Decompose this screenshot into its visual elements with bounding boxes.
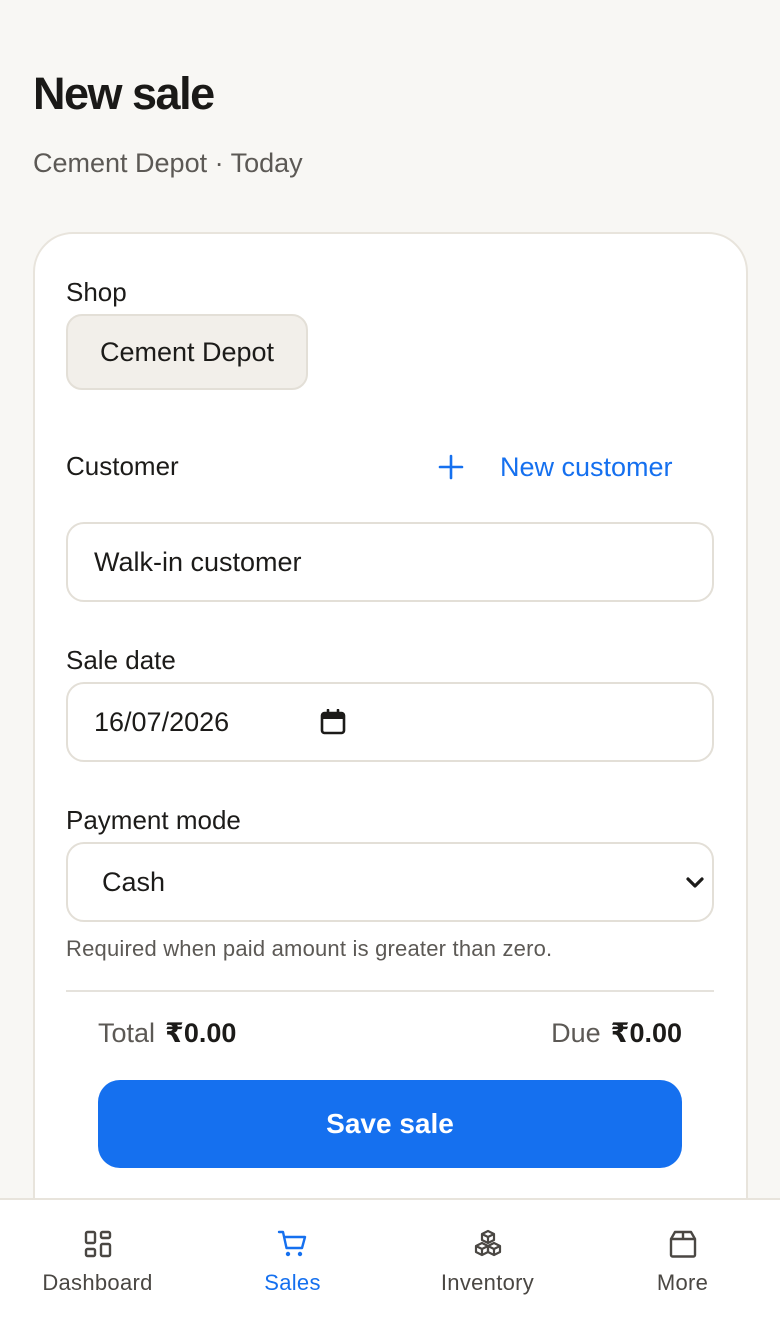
nav-item-inventory[interactable]: Inventory	[390, 1200, 585, 1328]
page-subtitle: Cement Depot · Today	[33, 148, 303, 178]
divider	[66, 990, 714, 992]
nav-label-dashboard: Dashboard	[42, 1270, 153, 1295]
cart-icon	[277, 1230, 306, 1257]
nav-item-sales[interactable]: Sales	[195, 1200, 390, 1328]
page-title: New sale	[33, 68, 215, 119]
due-value: ₹0.00	[610, 1018, 682, 1048]
nav-item-more[interactable]: More	[585, 1200, 780, 1328]
archive-box-icon	[669, 1230, 696, 1258]
sale-date-input[interactable]: 16/07/2026	[66, 682, 714, 762]
total-label: Total	[98, 1018, 156, 1048]
shop-label: Shop	[66, 277, 127, 307]
payment-mode-select[interactable]: Cash	[66, 842, 714, 922]
total-value: ₹0.00	[165, 1018, 237, 1048]
customer-input[interactable]: Walk-in customer	[66, 522, 714, 602]
shop-chip[interactable]: Cement Depot	[66, 314, 308, 390]
new-customer-label: New customer	[500, 451, 673, 482]
customer-label: Customer	[66, 451, 179, 481]
save-sale-button[interactable]: Save sale	[98, 1080, 682, 1168]
nav-item-dashboard[interactable]: Dashboard	[0, 1200, 195, 1328]
nav-label-inventory: Inventory	[440, 1270, 535, 1295]
dashboard-icon	[84, 1230, 111, 1258]
bottom-nav: Dashboard Sales Inventory More	[0, 1198, 780, 1328]
payment-mode-value: Cash	[102, 866, 166, 897]
payment-mode-label: Payment mode	[66, 805, 241, 835]
due-summary: Due ₹0.00	[551, 1018, 682, 1049]
total-summary: Total ₹0.00	[98, 1018, 236, 1049]
nav-label-more: More	[656, 1270, 709, 1295]
nav-label-sales: Sales	[264, 1270, 321, 1295]
due-label: Due	[551, 1018, 601, 1048]
boxes-icon	[474, 1229, 501, 1257]
sale-date-value: 16/07/2026	[94, 706, 230, 737]
customer-value: Walk-in customer	[94, 546, 302, 577]
plus-icon	[438, 454, 464, 480]
chevron-down-icon	[686, 877, 704, 888]
calendar-icon[interactable]	[320, 709, 346, 735]
sale-date-label: Sale date	[66, 645, 176, 675]
new-customer-button[interactable]: New customer	[436, 446, 673, 488]
payment-mode-hint: Required when paid amount is greater tha…	[66, 936, 553, 961]
